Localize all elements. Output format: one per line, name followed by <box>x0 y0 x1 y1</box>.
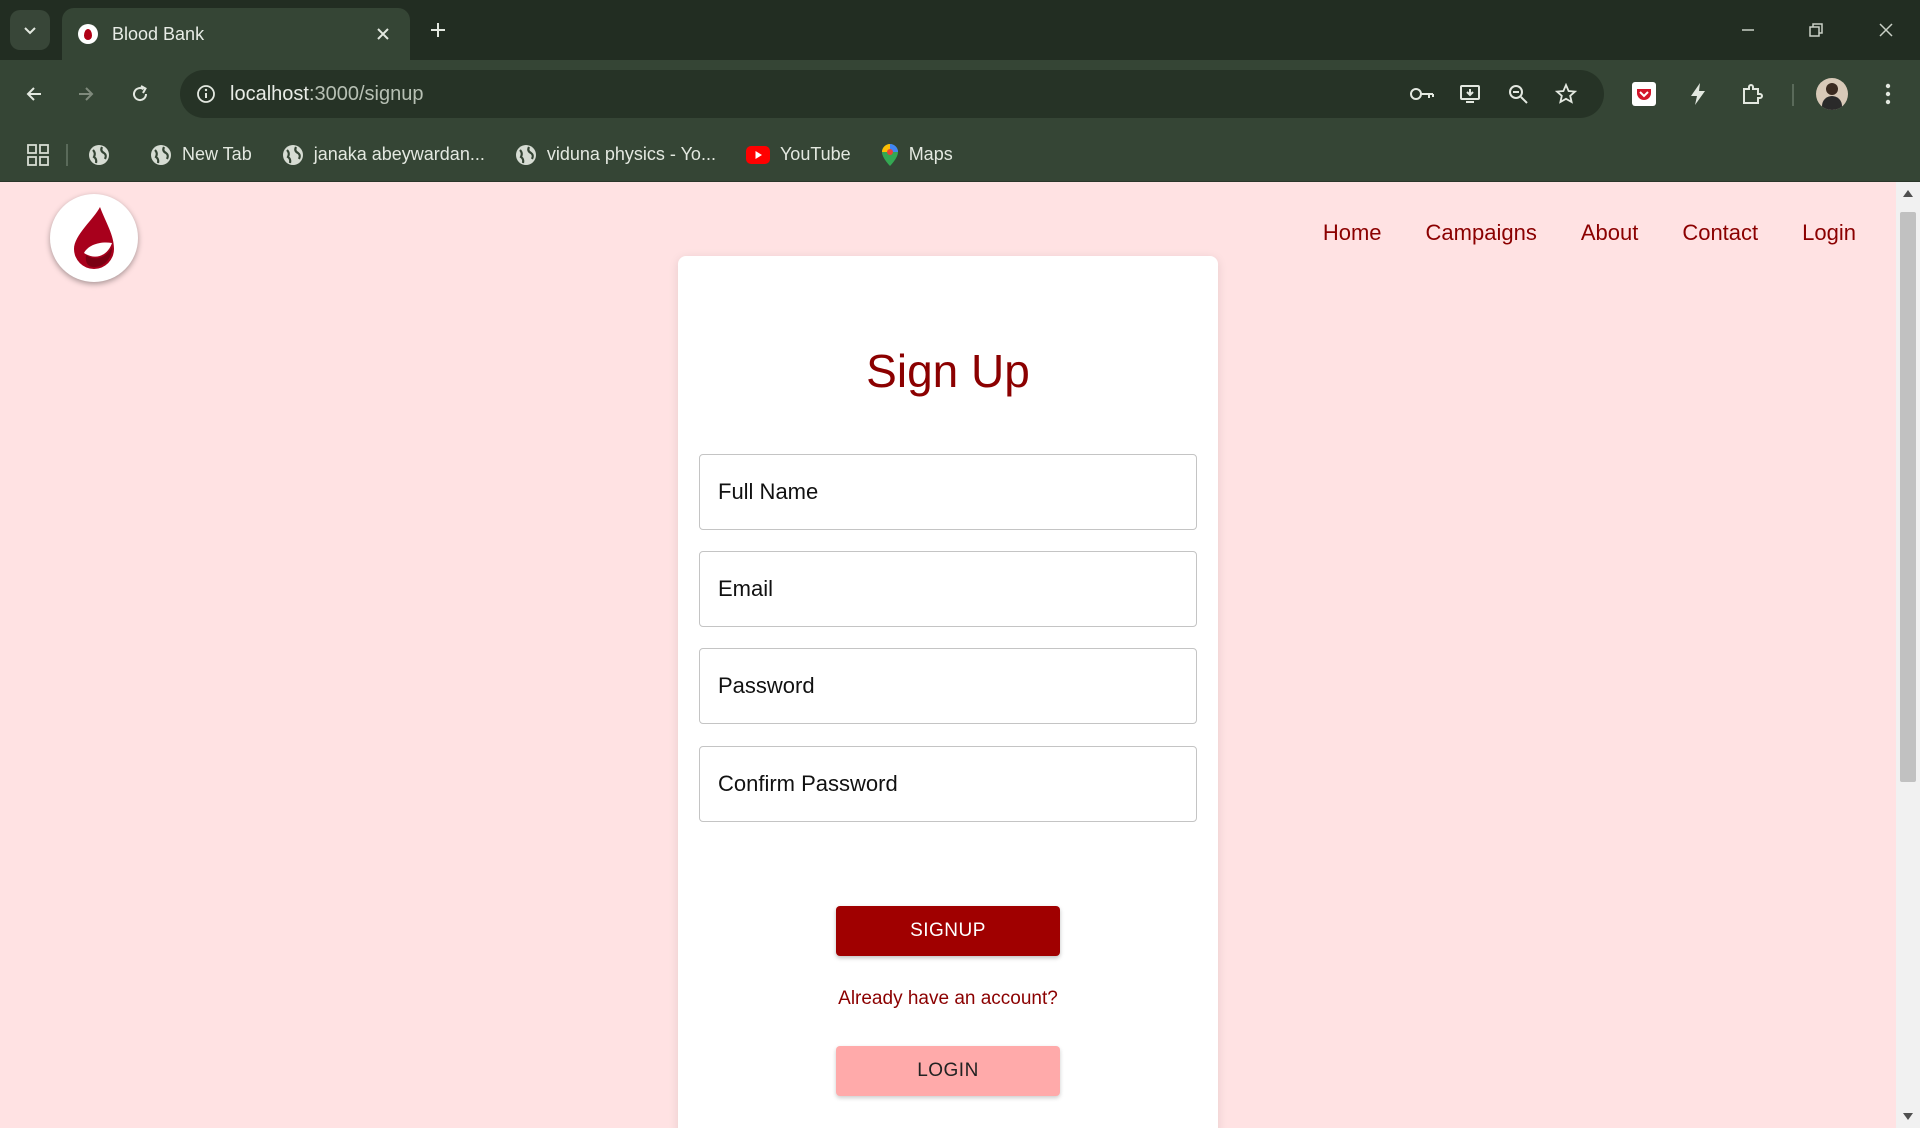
bookmark-label: New Tab <box>182 144 252 164</box>
apps-button[interactable] <box>24 141 52 169</box>
bookmark-item[interactable]: New Tab <box>150 144 252 166</box>
bookmark-item[interactable]: viduna physics - Yo... <box>515 144 716 166</box>
bookmark-separator <box>66 143 68 166</box>
browser-menu-button[interactable] <box>1868 74 1908 114</box>
browser-toolbar: localhost:3000/signup <box>0 60 1920 128</box>
globe-icon <box>89 144 109 165</box>
minimize-icon <box>1742 29 1754 31</box>
password-field[interactable]: Password <box>699 648 1197 724</box>
page-scrollbar[interactable] <box>1896 182 1920 1128</box>
scrollbar-thumb[interactable] <box>1900 212 1916 782</box>
nav-about-link[interactable]: About <box>1581 220 1639 246</box>
url-text[interactable]: localhost:3000/signup <box>230 83 423 106</box>
main-nav: Home Campaigns About Contact Login <box>1279 220 1856 246</box>
install-icon <box>1460 85 1480 103</box>
already-have-account-text: Already have an account? <box>838 988 1058 1009</box>
nav-home-link[interactable]: Home <box>1323 220 1382 246</box>
scroll-up-arrow[interactable] <box>1903 190 1913 197</box>
page-viewport: Home Campaigns About Contact Login Sign … <box>0 182 1896 1128</box>
bookmark-star-button[interactable] <box>1546 74 1586 114</box>
bookmark-item[interactable]: Maps <box>881 143 953 167</box>
more-vertical-icon <box>1885 83 1891 105</box>
minimize-button[interactable] <box>1714 0 1782 60</box>
bookmark-label: janaka abeywardan... <box>313 144 485 164</box>
blood-drop-favicon-icon <box>78 24 98 44</box>
bookmark-item[interactable] <box>88 144 120 166</box>
install-app-button[interactable] <box>1450 74 1490 114</box>
extensions-button[interactable] <box>1732 74 1772 114</box>
confirm-password-field[interactable]: Confirm Password <box>699 746 1197 822</box>
bookmark-item[interactable]: YouTube <box>745 144 851 165</box>
nav-contact-link[interactable]: Contact <box>1682 220 1758 246</box>
globe-icon <box>151 144 171 165</box>
pocket-icon <box>1632 82 1656 106</box>
url-host: localhost <box>230 82 309 105</box>
bookmark-item[interactable]: janaka abeywardan... <box>282 144 485 166</box>
forward-button[interactable] <box>66 74 106 114</box>
bookmark-label: viduna physics - Yo... <box>546 144 716 164</box>
star-icon <box>1555 83 1577 104</box>
close-icon <box>1879 23 1893 37</box>
reload-icon <box>133 85 148 102</box>
restore-icon <box>1809 23 1823 37</box>
puzzle-icon <box>1743 84 1763 104</box>
chevron-down-icon <box>24 27 36 35</box>
apps-grid-icon <box>27 143 49 166</box>
scroll-down-arrow[interactable] <box>1903 1113 1913 1120</box>
maps-icon <box>881 143 898 166</box>
full-name-field[interactable]: Full Name <box>699 454 1197 530</box>
login-button[interactable]: LOGIN <box>836 1046 1060 1096</box>
blood-bank-logo[interactable] <box>50 194 138 282</box>
nav-campaigns-link[interactable]: Campaigns <box>1426 220 1537 246</box>
tab-search-button[interactable] <box>10 10 50 50</box>
key-icon <box>1410 88 1434 100</box>
blood-drop-logo-icon <box>74 207 114 269</box>
back-button[interactable] <box>14 74 54 114</box>
plus-icon <box>431 23 445 37</box>
zoom-out-icon <box>1509 85 1528 104</box>
globe-icon <box>282 144 303 165</box>
signup-card: Sign Up Full Name Email Password Confirm… <box>678 256 1218 1128</box>
address-bar[interactable]: localhost:3000/signup <box>180 70 1604 118</box>
signup-button[interactable]: SIGNUP <box>836 906 1060 956</box>
arrow-right-icon <box>79 87 94 101</box>
password-key-button[interactable] <box>1402 74 1442 114</box>
email-field[interactable]: Email <box>699 551 1197 627</box>
nav-login-link[interactable]: Login <box>1802 220 1856 246</box>
info-icon[interactable] <box>196 84 216 104</box>
page-title: Sign Up <box>866 345 1030 397</box>
window-close-button[interactable] <box>1852 0 1920 60</box>
new-tab-button[interactable] <box>420 12 456 48</box>
youtube-icon <box>745 145 770 164</box>
arrow-left-icon <box>26 87 41 101</box>
bookmarks-bar: New Tab janaka abeywardan... viduna phys… <box>0 128 1920 182</box>
globe-icon <box>515 144 536 165</box>
close-icon <box>377 28 389 40</box>
browser-titlebar: Blood Bank <box>0 0 1920 60</box>
restore-button[interactable] <box>1782 0 1850 60</box>
profile-avatar[interactable] <box>1816 78 1848 110</box>
tab-title: Blood Bank <box>112 23 205 44</box>
toolbar-separator <box>1792 84 1794 106</box>
pocket-extension-button[interactable] <box>1624 74 1664 114</box>
lightning-icon <box>1691 83 1705 105</box>
browser-tab-active[interactable]: Blood Bank <box>62 8 410 60</box>
url-path: :3000/signup <box>308 82 424 105</box>
bookmark-label: YouTube <box>779 144 851 164</box>
tab-close-button[interactable] <box>370 21 396 47</box>
zoom-button[interactable] <box>1498 74 1538 114</box>
bookmark-label: Maps <box>908 144 953 164</box>
lightning-extension-button[interactable] <box>1678 74 1718 114</box>
reload-button[interactable] <box>120 74 160 114</box>
